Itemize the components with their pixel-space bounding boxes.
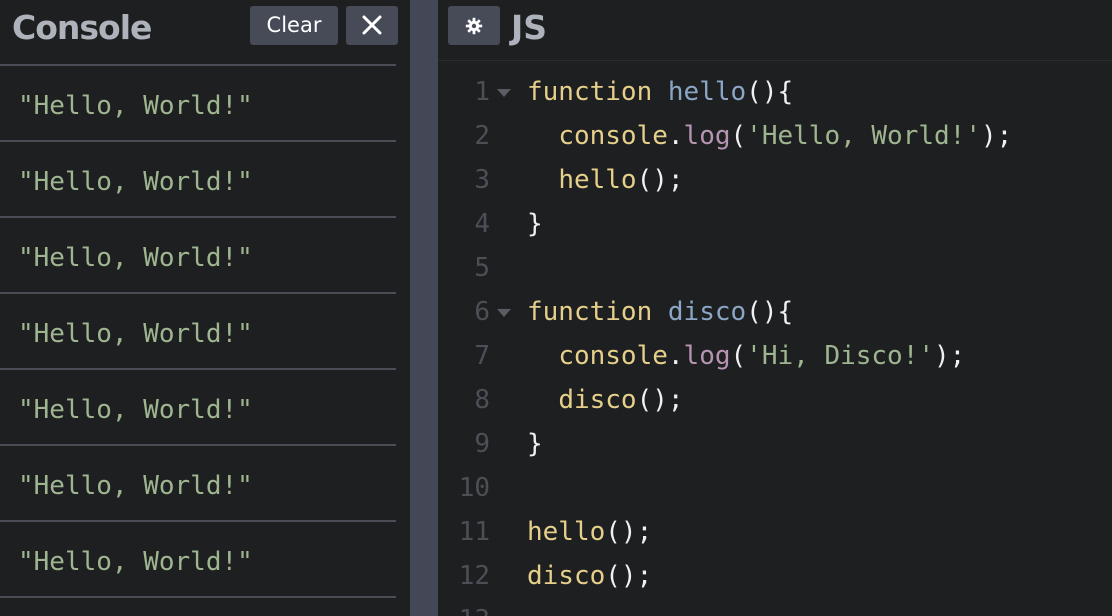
console-log-entry: "Hello, World!" <box>0 140 396 216</box>
line-number: 10 <box>458 473 490 503</box>
fold-toggle-icon[interactable] <box>497 309 511 317</box>
console-log-list: "Hello, World!" "Hello, World!" "Hello, Wo… <box>0 64 396 598</box>
code-token: function <box>527 297 653 327</box>
code-token: hello <box>558 165 637 195</box>
console-log-entry: "Hello, World!" <box>0 520 396 596</box>
code-text: hello(); <box>527 510 652 554</box>
console-log-entry: "Hello, World!" <box>0 292 396 368</box>
code-line: 12 disco(); <box>438 554 1112 598</box>
code-text: console.log('Hi, Disco!'); <box>527 334 965 378</box>
code-editor[interactable]: 1 function hello(){2 console.log('Hello, … <box>438 70 1112 616</box>
code-token: ); <box>934 341 966 371</box>
code-text: } <box>527 202 543 246</box>
code-line: 9} <box>438 422 1112 466</box>
code-token: log <box>683 341 731 371</box>
code-token: ( <box>730 341 747 371</box>
line-number: 4 <box>474 209 490 239</box>
line-number: 11 <box>458 517 490 547</box>
line-number: 13 <box>440 598 490 616</box>
line-number: 6 <box>474 297 490 327</box>
code-token: (); <box>605 561 653 591</box>
line-number: 1 <box>474 77 490 107</box>
code-text: console.log('Hello, World!'); <box>527 114 1012 158</box>
code-token: hello <box>667 77 747 107</box>
code-text: hello(); <box>527 158 684 202</box>
code-token: ); <box>980 121 1013 151</box>
code-token: . <box>667 341 684 371</box>
settings-button[interactable] <box>448 6 500 45</box>
code-token: console <box>558 121 668 151</box>
code-line: 13 <box>438 598 1112 616</box>
code-text: function hello(){ <box>527 70 793 114</box>
fold-toggle-icon[interactable] <box>497 89 511 97</box>
console-log-entry: "Hello, World!" <box>0 444 396 520</box>
code-line: 3 hello(); <box>438 158 1112 202</box>
console-log-entry: "Hello, World!" <box>0 368 396 444</box>
editor-header: JS <box>438 0 1112 61</box>
line-number: 8 <box>474 385 490 415</box>
close-console-button[interactable] <box>346 6 398 45</box>
console-pane: Console Clear "Hello, World!" "Hello, Wor… <box>0 0 410 616</box>
code-line: 10 <box>438 466 1112 510</box>
code-token: } <box>527 429 543 459</box>
gear-icon <box>465 17 483 35</box>
code-line: 11 hello(); <box>438 510 1112 554</box>
code-token: disco <box>558 385 637 415</box>
code-token: 'Hello, World!' <box>746 121 981 151</box>
code-token: ( <box>730 121 747 151</box>
code-token: disco <box>667 297 747 327</box>
code-line: 4} <box>438 202 1112 246</box>
code-line: 6 function disco(){ <box>438 290 1112 334</box>
code-token: log <box>683 121 731 151</box>
code-token: } <box>527 209 543 239</box>
code-line: 2 console.log('Hello, World!'); <box>438 114 1112 158</box>
line-number: 12 <box>458 561 490 591</box>
code-text: disco(); <box>527 554 652 598</box>
code-token: (); <box>636 165 684 195</box>
code-token: 'Hi, Disco!' <box>746 341 935 371</box>
code-line: 7 console.log('Hi, Disco!'); <box>438 334 1112 378</box>
code-line: 8 disco(); <box>438 378 1112 422</box>
code-token: function <box>527 77 653 107</box>
console-log-entry: "Hello, World!" <box>0 64 396 140</box>
code-token: (){ <box>746 77 794 107</box>
code-token: hello <box>527 517 606 547</box>
line-number: 5 <box>474 253 490 283</box>
code-token: console <box>558 341 668 371</box>
code-text: } <box>527 422 543 466</box>
code-line: 1 function hello(){ <box>438 70 1112 114</box>
line-number: 3 <box>474 165 490 195</box>
editor-title: JS <box>511 8 548 47</box>
line-number: 7 <box>474 341 490 371</box>
code-text: disco(); <box>527 378 684 422</box>
close-icon <box>362 15 382 35</box>
code-token: (){ <box>746 297 794 327</box>
code-token: (); <box>636 385 684 415</box>
code-token: (); <box>605 517 653 547</box>
code-token: . <box>667 121 684 151</box>
code-line: 5 <box>438 246 1112 290</box>
pane-resize-divider[interactable] <box>410 0 438 616</box>
code-token: disco <box>527 561 606 591</box>
line-number: 9 <box>474 429 490 459</box>
js-editor-pane: JS 1 function hello(){2 console.log('Hell… <box>438 0 1112 616</box>
code-text: function disco(){ <box>527 290 793 334</box>
line-number: 2 <box>474 121 490 151</box>
console-log-entry: "Hello, World!" <box>0 216 396 292</box>
console-title: Console <box>12 8 152 47</box>
console-header: Console Clear <box>0 0 410 58</box>
clear-button[interactable]: Clear <box>250 6 338 45</box>
